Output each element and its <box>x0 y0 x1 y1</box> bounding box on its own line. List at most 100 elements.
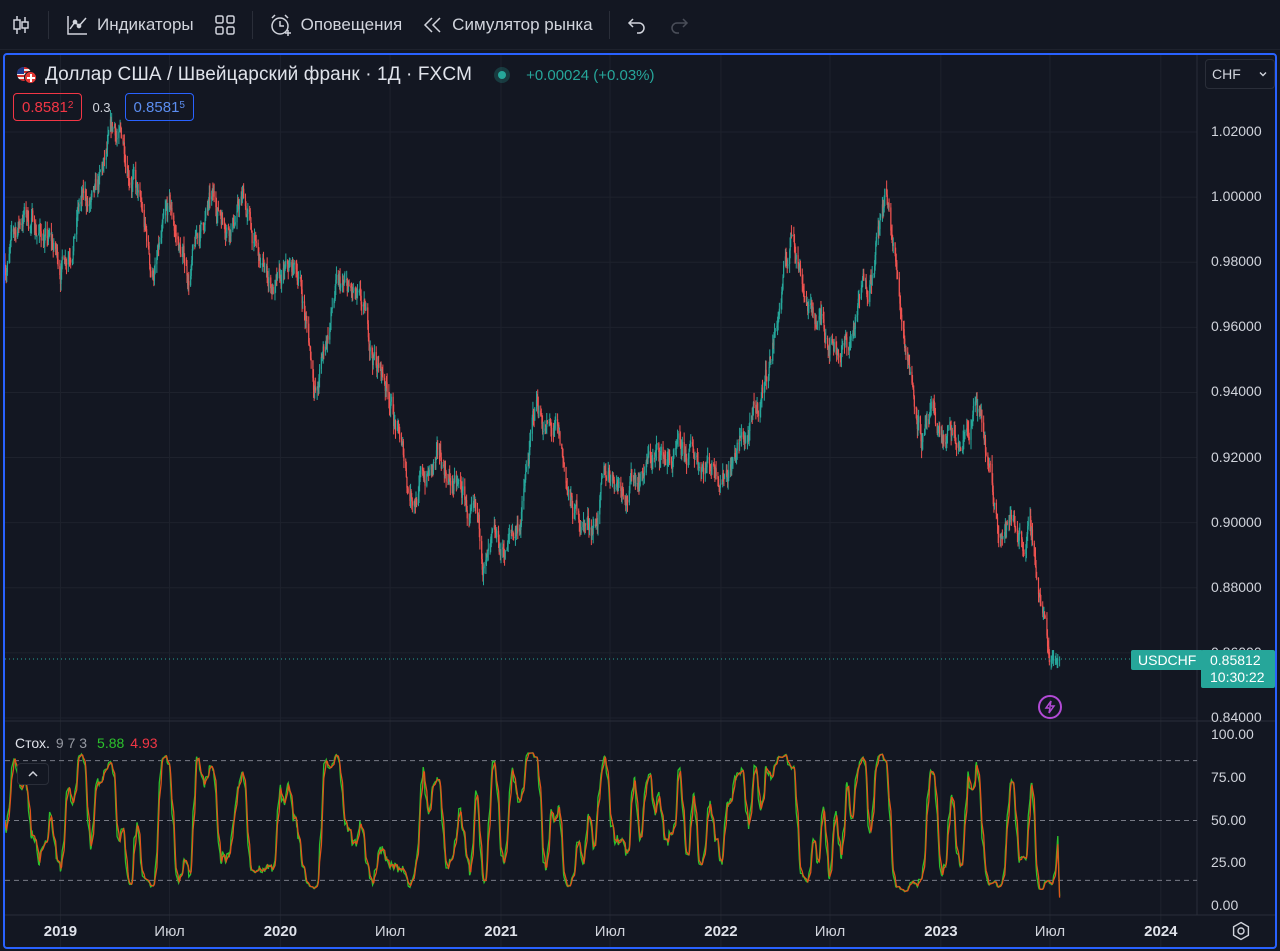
grid-layout-icon <box>214 14 235 35</box>
candle-body <box>70 259 72 263</box>
stoch-k-line <box>5 752 1061 896</box>
candle-body <box>188 280 190 286</box>
candle-body <box>133 169 135 171</box>
price-candles <box>5 109 1197 670</box>
candle-body <box>78 203 80 207</box>
time-tick-label: 2024 <box>1144 923 1178 940</box>
candle-body <box>272 286 274 294</box>
candle-body <box>803 290 805 297</box>
time-tick-label: 2021 <box>484 923 518 940</box>
candle-body <box>445 472 447 482</box>
candle-body <box>517 523 519 532</box>
candle-body <box>116 138 118 140</box>
candle-body <box>580 527 582 533</box>
candle-body <box>415 498 418 505</box>
undo-button[interactable] <box>616 7 658 43</box>
candle-body <box>707 456 709 460</box>
candle-body <box>664 458 667 465</box>
candle-body <box>525 471 527 480</box>
candle-body <box>470 503 473 510</box>
spread-value: 0.3 <box>92 99 111 115</box>
stochastic-oscillator <box>5 752 1197 898</box>
buy-price: 0.8581 <box>133 98 180 116</box>
candle-body <box>711 463 713 475</box>
candle-body <box>669 453 671 464</box>
candle-body <box>757 403 759 411</box>
candle-body <box>293 262 295 265</box>
price-tick-label: 0.84000 <box>1211 709 1262 725</box>
price-tick-label: 0.88000 <box>1211 578 1262 595</box>
alerts-button[interactable]: Оповещения <box>259 7 413 43</box>
candle-body <box>513 536 515 539</box>
redo-button[interactable] <box>658 7 700 43</box>
settings-button[interactable] <box>1229 919 1253 943</box>
candle-body <box>888 203 890 208</box>
candle-body <box>411 501 413 506</box>
oscillator-legend[interactable]: Стох. 9 7 3 5.88 4.93 <box>15 735 158 751</box>
indicators-icon <box>67 15 87 35</box>
candle-body <box>761 387 764 394</box>
candle-body <box>1040 602 1042 606</box>
candle-body <box>221 217 224 219</box>
candle-body <box>593 524 595 526</box>
price-tick-label: 0.98000 <box>1211 253 1262 270</box>
candle-body <box>382 372 384 378</box>
currency-select[interactable]: CHF <box>1205 59 1275 89</box>
candle-body <box>685 457 688 466</box>
candle-body <box>926 419 928 421</box>
candle-body <box>118 131 120 139</box>
candle-body <box>320 356 322 369</box>
candle-body <box>631 469 633 478</box>
candle-body <box>605 477 608 481</box>
candle-body <box>871 274 873 285</box>
candle-body <box>369 347 371 352</box>
candle-body <box>629 481 631 491</box>
candle-body <box>500 549 502 556</box>
buy-button[interactable]: 0.8581 5 <box>124 93 194 121</box>
candle-body <box>648 451 650 455</box>
sell-price-pip: 2 <box>67 99 74 111</box>
candle-body <box>989 463 991 465</box>
sell-button[interactable]: 0.8581 2 <box>13 93 83 121</box>
candle-body <box>432 462 435 468</box>
candle-body <box>376 364 379 372</box>
candle-body <box>677 433 679 439</box>
candle-body <box>576 500 578 511</box>
indicators-button[interactable]: Индикаторы <box>55 7 204 43</box>
candle-body <box>584 524 586 526</box>
candle-body <box>171 207 173 216</box>
candle-body <box>1015 528 1017 531</box>
candle-body <box>1036 577 1038 579</box>
rewind-icon <box>424 16 441 33</box>
candle-body <box>913 396 915 407</box>
candle-body <box>946 430 949 436</box>
time-tick-label: Июл <box>594 923 626 940</box>
symbol-title[interactable]: Доллар США / Швейцарский франк · 1Д · FX… <box>45 64 472 86</box>
candle-body <box>917 416 920 423</box>
chevron-down-icon <box>1259 72 1267 77</box>
price-tick-label: 0.92000 <box>1211 448 1262 465</box>
candle-body <box>791 234 793 236</box>
candle-body <box>676 443 678 446</box>
candle-body <box>701 468 703 472</box>
candle-body <box>323 346 325 352</box>
candle-body <box>947 425 949 431</box>
symbol-header[interactable]: Доллар США / Швейцарский франк · 1Д · FX… <box>17 63 655 87</box>
alerts-label: Оповещения <box>300 14 403 34</box>
candle-body <box>1023 552 1025 554</box>
dividends-event-button[interactable] <box>1038 695 1062 719</box>
candle-body <box>867 299 869 302</box>
chart-pane[interactable]: Доллар США / Швейцарский франк · 1Д · FX… <box>3 53 1277 949</box>
candle-body <box>765 369 767 377</box>
candle-body <box>403 455 405 461</box>
chart-type-button[interactable] <box>0 7 42 43</box>
candle-body <box>715 468 717 476</box>
candle-body <box>310 358 312 361</box>
candle-body <box>857 298 859 306</box>
chart-canvas[interactable] <box>5 55 1275 947</box>
replay-button[interactable]: Симулятор рынка <box>412 7 602 43</box>
candle-body <box>787 264 789 267</box>
layouts-button[interactable] <box>204 7 246 43</box>
candle-body <box>546 420 548 423</box>
collapse-pane-button[interactable] <box>17 763 49 785</box>
